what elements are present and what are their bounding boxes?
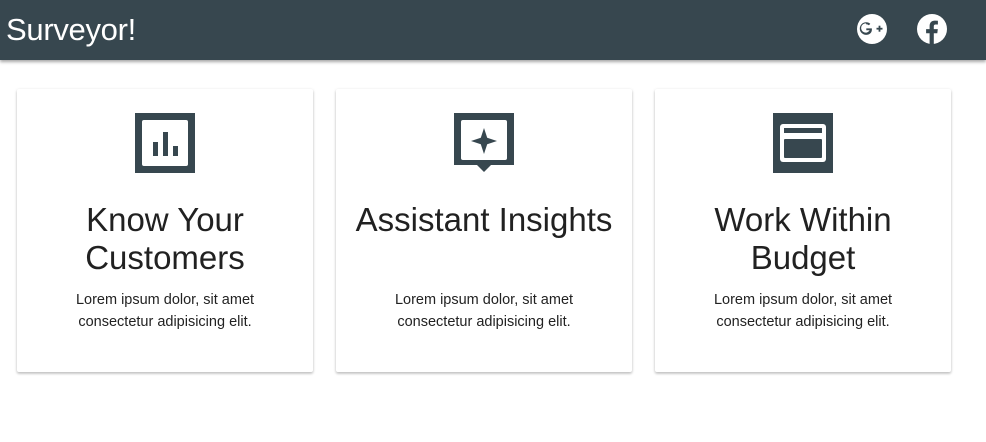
assistant-icon — [454, 113, 514, 173]
feature-cards: Know Your Customers Lorem ipsum dolor, s… — [17, 89, 952, 372]
google-plus-icon[interactable] — [857, 14, 887, 44]
top-navbar: Surveyor! — [0, 0, 986, 60]
brand-logo-link[interactable]: Surveyor! — [6, 10, 136, 50]
feature-card-budget: Work Within Budget Lorem ipsum dolor, si… — [655, 89, 951, 372]
feature-card-insights: Assistant Insights Lorem ipsum dolor, si… — [336, 89, 632, 372]
card-title: Assistant Insights — [355, 201, 613, 238]
card-title: Work Within Budget — [714, 201, 892, 276]
card-title: Know Your Customers — [85, 201, 245, 276]
feature-card-customers: Know Your Customers Lorem ipsum dolor, s… — [17, 89, 313, 372]
card-text: Lorem ipsum dolor, sit amet consectetur … — [394, 292, 574, 330]
bar-chart-icon — [135, 113, 195, 173]
card-text: Lorem ipsum dolor, sit amet consectetur … — [75, 292, 255, 330]
credit-card-icon — [773, 113, 833, 173]
card-text: Lorem ipsum dolor, sit amet consectetur … — [713, 292, 893, 330]
facebook-icon[interactable] — [917, 14, 947, 44]
